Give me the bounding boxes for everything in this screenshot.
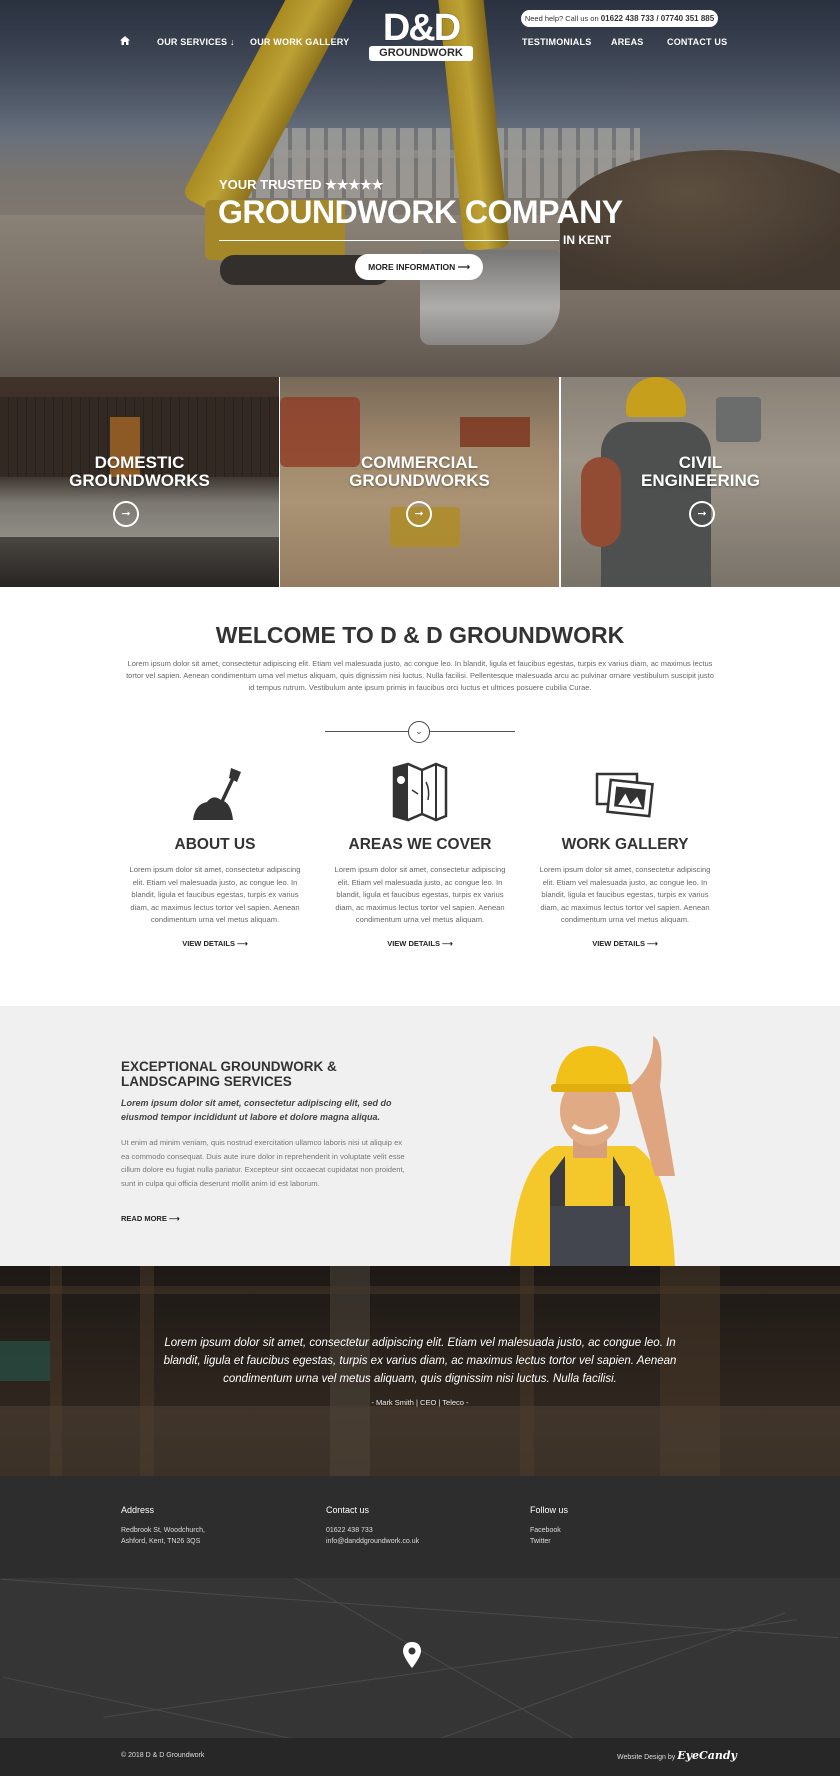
column-text: Lorem ipsum dolor sit amet, consectetur … [334, 865, 506, 924]
arrow-circle-icon[interactable]: ➞ [406, 501, 432, 527]
panel-civil-engineering[interactable]: CIVIL ENGINEERING ➞ [561, 377, 840, 587]
column-title: WORK GALLERY [561, 836, 689, 853]
photos-icon [595, 760, 655, 822]
exceptional-text: Ut enim ad minim veniam, quis nostrud ex… [121, 1138, 405, 1188]
footer-follow-title: Follow us [530, 1505, 569, 1515]
nav-testimonials[interactable]: TESTIMONIALS [522, 37, 591, 47]
hero-tagline: YOUR TRUSTED ★★★★★ [219, 177, 384, 192]
work-gallery-column: WORK GALLERY Lorem ipsum dolor sit amet,… [535, 760, 715, 948]
hero-divider [219, 240, 559, 241]
nav-our-services[interactable]: OUR SERVICES ↓ [157, 37, 235, 47]
footer-phone[interactable]: 01622 438 733 [326, 1525, 373, 1536]
about-us-column: ABOUT US Lorem ipsum dolor sit amet, con… [125, 760, 305, 948]
footer-address-title: Address [121, 1505, 155, 1515]
welcome-title: WELCOME TO D & D GROUNDWORK [215, 622, 625, 648]
welcome-text: Lorem ipsum dolor sit amet, consectetur … [126, 659, 714, 692]
nav-areas[interactable]: AREAS [611, 37, 644, 47]
hero-location: IN KENT [563, 233, 611, 247]
site-logo[interactable]: D&D GROUNDWORK [369, 8, 473, 64]
column-title: ABOUT US [174, 836, 256, 853]
arrow-down-icon: ↓ [229, 37, 235, 47]
nav-our-work-gallery[interactable]: OUR WORK GALLERY [250, 37, 349, 47]
arrow-circle-icon[interactable]: ➞ [113, 501, 139, 527]
hero-title: GROUNDWORK COMPANY [218, 194, 623, 230]
testimonial-author: - Mark Smith | CEO | Teleco - [371, 1398, 469, 1407]
more-information-button[interactable]: MORE INFORMATION ⟶ [355, 254, 483, 280]
exceptional-intro: Lorem ipsum dolor sit amet, consectetur … [121, 1098, 392, 1122]
view-details-link[interactable]: VIEW DETAILS ⟶ [330, 939, 510, 948]
view-details-link[interactable]: VIEW DETAILS ⟶ [535, 939, 715, 948]
panel-domestic-groundworks[interactable]: DOMESTIC GROUNDWORKS ➞ [0, 377, 279, 587]
nav-contact-us[interactable]: CONTACT US [667, 37, 727, 47]
home-icon[interactable] [120, 36, 130, 47]
read-more-link[interactable]: READ MORE ⟶ [121, 1214, 180, 1223]
map-icon [390, 760, 450, 822]
map-pin-icon[interactable] [403, 1642, 421, 1668]
column-title: AREAS WE COVER [348, 836, 492, 853]
arrow-right-icon: ⟶ [457, 262, 470, 272]
testimonial-quote: Lorem ipsum dolor sit amet, consectetur … [163, 1337, 677, 1385]
copyright: © 2018 D & D Groundwork [121, 1752, 205, 1759]
areas-we-cover-column: AREAS WE COVER Lorem ipsum dolor sit ame… [330, 760, 510, 948]
exceptional-title: EXCEPTIONAL GROUNDWORK & LANDSCAPING SER… [121, 1059, 337, 1089]
shovel-icon [185, 760, 245, 822]
location-map[interactable] [0, 1578, 840, 1738]
footer-contact-title: Contact us [326, 1505, 370, 1515]
design-credit[interactable]: Website Design by EyeCandy [617, 1749, 737, 1762]
footer-address: Redbrook St, Woodchurch, Ashford, Kent, T… [121, 1527, 205, 1545]
column-text: Lorem ipsum dolor sit amet, consectetur … [129, 865, 301, 924]
footer-facebook-link[interactable]: Facebook [530, 1525, 561, 1536]
footer-email[interactable]: info@danddgroundwork.co.uk [326, 1536, 419, 1547]
worker-image [510, 1036, 675, 1266]
footer-twitter-link[interactable]: Twitter [530, 1536, 551, 1547]
panel-commercial-groundworks[interactable]: COMMERCIAL GROUNDWORKS ➞ [280, 377, 559, 587]
chevron-down-icon[interactable]: ⌄ [408, 721, 430, 743]
help-phone-pill[interactable]: Need help? Call us on 01622 438 733 / 07… [521, 10, 718, 27]
arrow-circle-icon[interactable]: ➞ [689, 501, 715, 527]
column-text: Lorem ipsum dolor sit amet, consectetur … [539, 865, 711, 924]
view-details-link[interactable]: VIEW DETAILS ⟶ [125, 939, 305, 948]
